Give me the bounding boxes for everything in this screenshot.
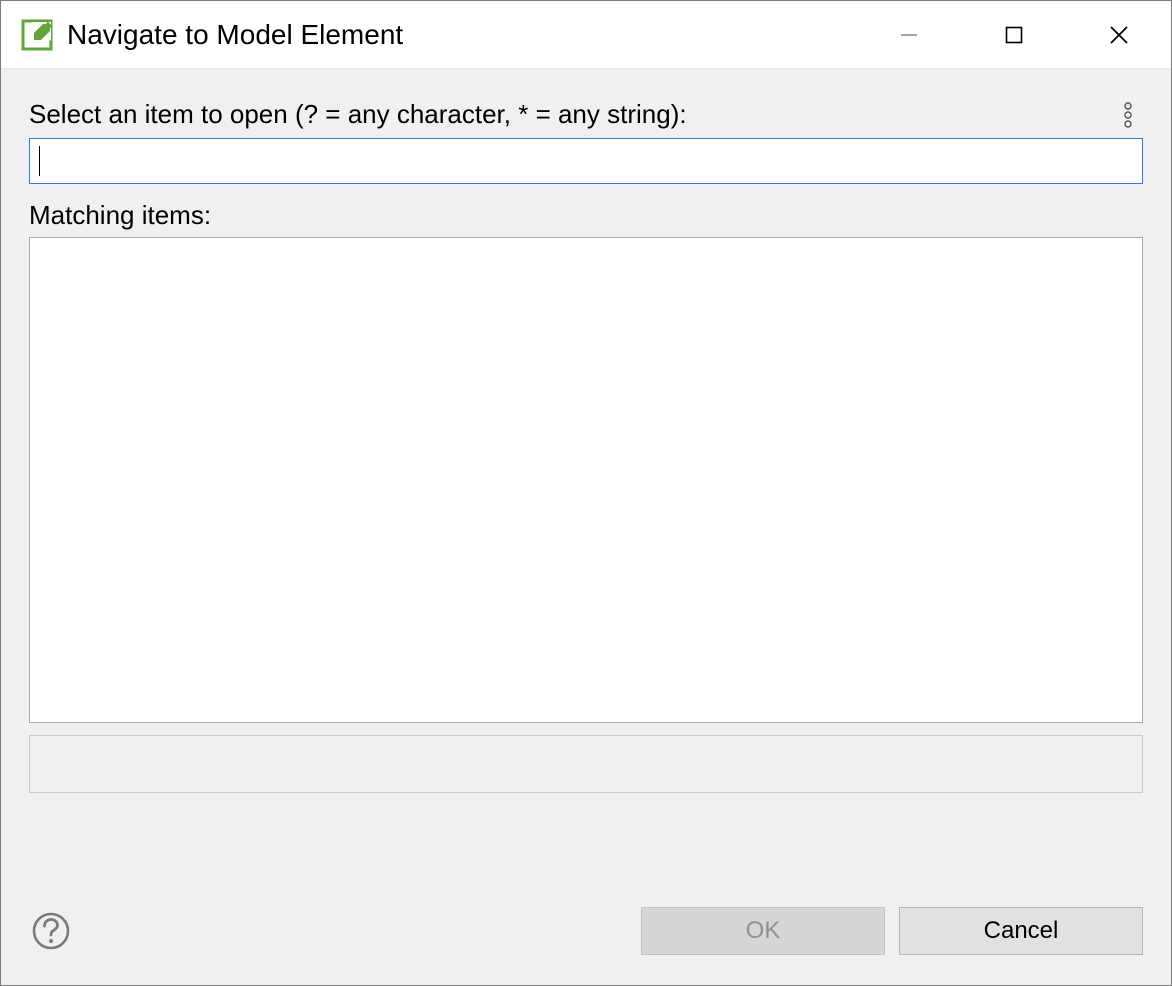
dialog-window: Navigate to Model Element Select an item… xyxy=(0,0,1172,986)
cancel-button[interactable]: Cancel xyxy=(899,907,1143,955)
minimize-button[interactable] xyxy=(856,1,961,68)
dialog-footer: OK Cancel xyxy=(1,881,1171,985)
matching-items-label: Matching items: xyxy=(29,200,1143,231)
status-bar xyxy=(29,735,1143,793)
dialog-content: Select an item to open (? = any characte… xyxy=(1,69,1171,881)
ok-button[interactable]: OK xyxy=(641,907,885,955)
maximize-button[interactable] xyxy=(961,1,1066,68)
dialog-title: Navigate to Model Element xyxy=(67,19,856,51)
search-input[interactable] xyxy=(29,138,1143,184)
title-bar[interactable]: Navigate to Model Element xyxy=(1,1,1171,69)
text-caret xyxy=(39,146,40,176)
help-button[interactable] xyxy=(29,909,73,953)
search-label: Select an item to open (? = any characte… xyxy=(29,99,687,130)
matching-items-list[interactable] xyxy=(29,237,1143,723)
edit-check-icon xyxy=(21,19,53,51)
kebab-menu-icon[interactable] xyxy=(1113,100,1143,130)
close-button[interactable] xyxy=(1066,1,1171,68)
window-controls xyxy=(856,1,1171,68)
